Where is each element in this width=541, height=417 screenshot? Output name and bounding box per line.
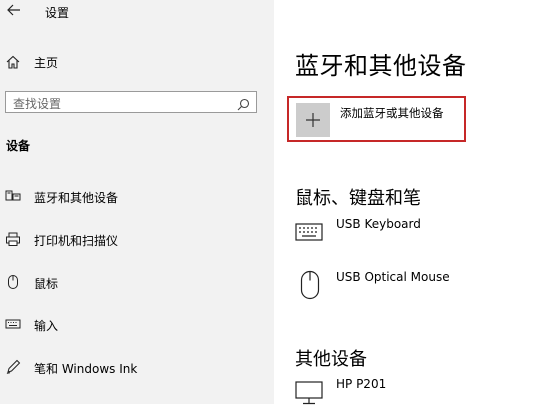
device-usb-optical-mouse[interactable]: USB Optical Mouse <box>295 270 535 310</box>
section-header: 设备 <box>6 139 31 153</box>
device-name: USB Keyboard <box>336 217 421 231</box>
sidebar-item-bluetooth[interactable]: 蓝牙和其他设备 <box>0 181 274 211</box>
main-content: 蓝牙和其他设备 添加蓝牙或其他设备 鼠标、键盘和笔 USB Keyboard U… <box>274 0 541 405</box>
sidebar-item-label: 主页 <box>34 56 59 70</box>
group-title-other-devices: 其他设备 <box>295 349 367 370</box>
sidebar-item-label: 打印机和扫描仪 <box>34 234 119 248</box>
mouse-icon <box>5 274 21 290</box>
search-placeholder: 查找设置 <box>13 97 62 111</box>
sidebar: 设置 主页 查找设置 设备 蓝牙和其他设备 打印机和扫描仪 鼠标 输入 笔和 W… <box>0 0 274 404</box>
sidebar-item-label: 笔和 Windows Ink <box>34 362 138 376</box>
home-icon <box>6 54 20 69</box>
sidebar-item-typing[interactable]: 输入 <box>0 309 274 339</box>
add-device-button[interactable]: 添加蓝牙或其他设备 <box>287 96 466 142</box>
plus-icon <box>296 103 330 137</box>
bluetooth-devices-icon <box>5 188 21 204</box>
device-name: HP P201 <box>336 377 387 391</box>
add-device-label: 添加蓝牙或其他设备 <box>340 106 444 120</box>
back-arrow-icon[interactable] <box>6 2 22 18</box>
sidebar-item-label: 鼠标 <box>34 277 59 291</box>
sidebar-item-mouse[interactable]: 鼠标 <box>0 267 274 297</box>
sidebar-item-home[interactable]: 主页 <box>0 50 274 74</box>
pen-icon <box>5 359 21 375</box>
device-usb-keyboard[interactable]: USB Keyboard <box>295 217 535 257</box>
mouse-icon <box>300 270 320 304</box>
search-input[interactable]: 查找设置 <box>5 91 257 113</box>
keyboard-icon <box>295 223 323 245</box>
search-icon[interactable] <box>237 96 250 111</box>
group-title-mouse-keyboard-pen: 鼠标、键盘和笔 <box>295 188 421 209</box>
monitor-icon <box>295 381 323 409</box>
sidebar-item-pen[interactable]: 笔和 Windows Ink <box>0 352 274 382</box>
sidebar-item-label: 蓝牙和其他设备 <box>34 191 119 205</box>
app-title: 设置 <box>45 6 70 20</box>
device-hp-p201[interactable]: HP P201 <box>295 377 535 417</box>
page-title: 蓝牙和其他设备 <box>295 52 467 80</box>
printer-icon <box>5 231 21 247</box>
keyboard-icon <box>5 316 21 332</box>
sidebar-item-printers[interactable]: 打印机和扫描仪 <box>0 224 274 254</box>
device-name: USB Optical Mouse <box>336 270 450 284</box>
sidebar-item-label: 输入 <box>34 319 59 333</box>
